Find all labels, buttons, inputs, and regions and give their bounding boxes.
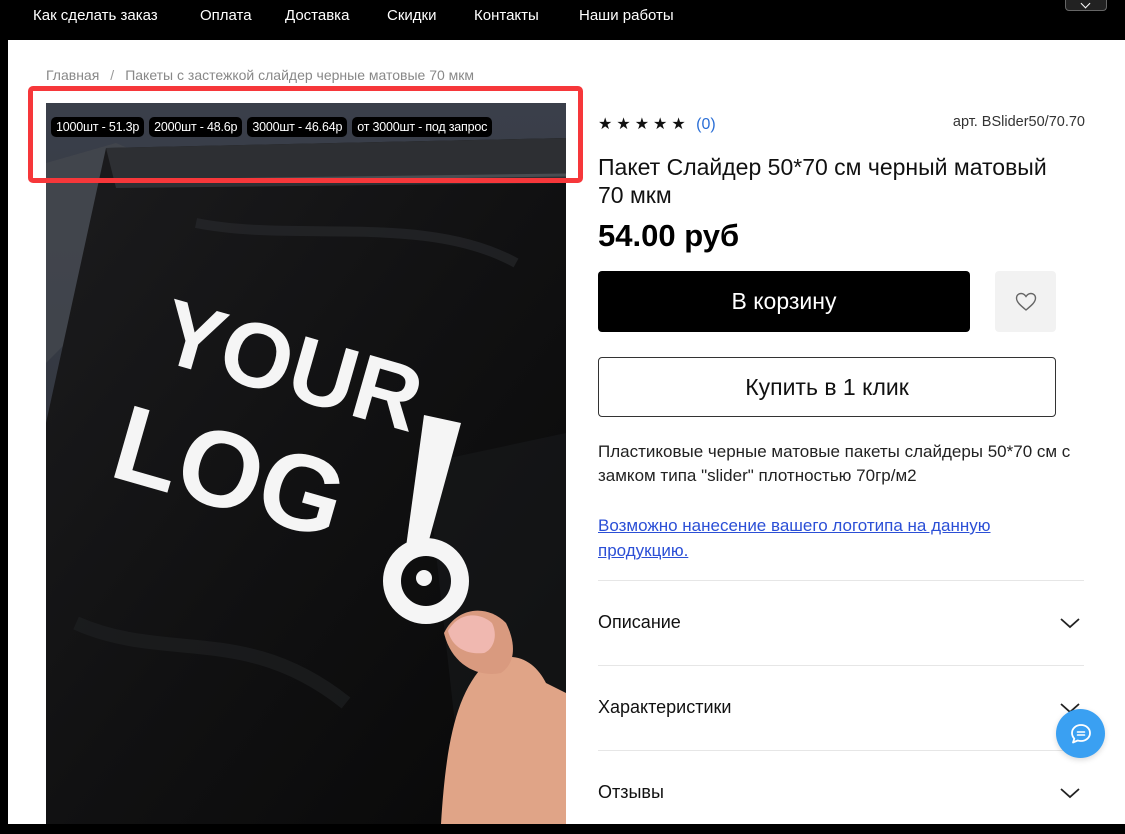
heart-icon (1015, 292, 1036, 311)
nav-contacts[interactable]: Контакты (474, 7, 539, 24)
price-tag-over-3000: от 3000шт - под запрос (352, 117, 493, 137)
menu-toggle-button[interactable] (1065, 0, 1107, 11)
product-rating: ★★★★★ (0) (598, 114, 716, 134)
product-title: Пакет Слайдер 50*70 см черный матовый 70… (598, 154, 1047, 208)
breadcrumb-separator: / (110, 67, 115, 83)
product-photo[interactable]: YOUR LOG 1000шт - 51.3р 2000шт - 48.6р 3… (46, 103, 566, 824)
chevron-down-icon (1060, 617, 1080, 628)
chevron-down-icon (1060, 787, 1080, 798)
product-price: 54.00 руб (598, 218, 740, 253)
chat-widget-button[interactable] (1056, 709, 1105, 758)
accordion-reviews[interactable]: Отзывы (598, 750, 1084, 834)
nav-payment[interactable]: Оплата (200, 7, 252, 24)
nav-how-to-order[interactable]: Как сделать заказ (33, 7, 158, 24)
breadcrumb-current: Пакеты с застежкой слайдер черные матовы… (125, 67, 475, 83)
top-navigation: Как сделать заказ Оплата Доставка Скидки… (0, 0, 1125, 40)
nav-delivery[interactable]: Доставка (285, 7, 349, 24)
price-tag-1000: 1000шт - 51.3р (51, 117, 145, 137)
reviews-count-link[interactable]: (0) (696, 116, 716, 133)
nav-discounts[interactable]: Скидки (387, 7, 436, 24)
price-tag-3000: 3000шт - 46.64р (247, 117, 348, 137)
add-to-favorites-button[interactable] (995, 271, 1056, 332)
buy-one-click-button[interactable]: Купить в 1 клик (598, 357, 1056, 417)
product-short-description: Пластиковые черные матовые пакеты слайде… (598, 442, 1071, 485)
accordion-description[interactable]: Описание (598, 580, 1084, 664)
bulk-price-tags: 1000шт - 51.3р 2000шт - 48.6р 3000шт - 4… (51, 117, 493, 137)
nav-our-works[interactable]: Наши работы (579, 7, 674, 24)
breadcrumb: Главная / Пакеты с застежкой слайдер черны… (46, 67, 474, 83)
add-to-cart-button[interactable]: В корзину (598, 271, 970, 332)
rating-stars[interactable]: ★★★★★ (598, 116, 690, 133)
chat-bubble-icon (1070, 723, 1091, 743)
page-content: Главная / Пакеты с застежкой слайдер черны… (8, 40, 1125, 824)
breadcrumb-home-link[interactable]: Главная (46, 67, 99, 83)
accordion-label: Отзывы (598, 782, 664, 802)
accordion-characteristics[interactable]: Характеристики (598, 665, 1084, 749)
price-tag-2000: 2000шт - 48.6р (149, 117, 243, 137)
product-sku: арт. BSlider50/70.70 (952, 114, 1085, 130)
accordion-label: Характеристики (598, 697, 732, 717)
logo-print: YOUR LOG (101, 280, 469, 624)
logo-printing-link[interactable]: Возможно нанесение вашего логотипа на да… (598, 513, 1068, 563)
accordion-label: Описание (598, 612, 681, 632)
